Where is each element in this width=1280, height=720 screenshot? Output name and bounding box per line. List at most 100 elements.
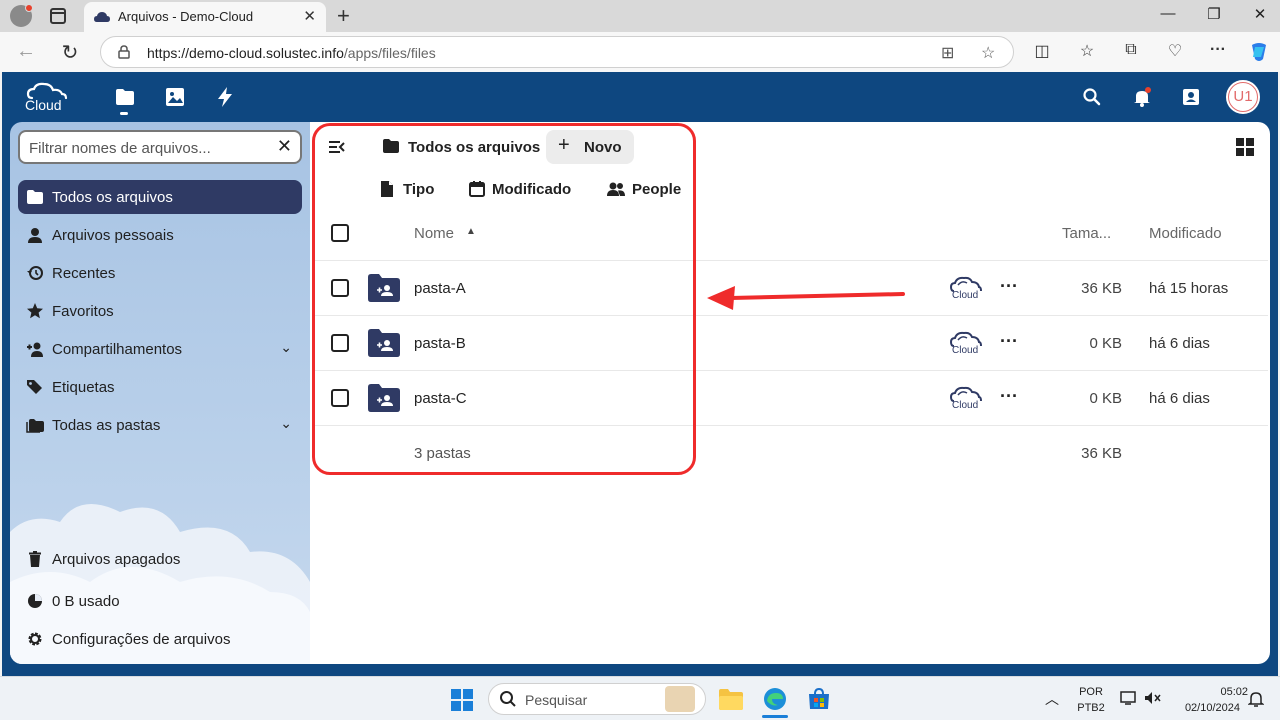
nav-label: Todas as pastas <box>52 417 161 434</box>
star-icon <box>27 303 43 319</box>
nav-label: Todos os arquivos <box>52 189 173 206</box>
new-tab-button[interactable]: + <box>337 3 350 29</box>
app-header: Cloud U1 <box>2 72 1278 122</box>
row-checkbox[interactable] <box>331 334 349 352</box>
nav-label: Configurações de arquivos <box>52 631 231 648</box>
svg-text:Cloud: Cloud <box>952 290 978 299</box>
nav-item-all-files[interactable]: Todos os arquivos <box>18 180 302 214</box>
edge-browser-icon[interactable] <box>762 687 788 711</box>
file-name[interactable]: pasta-C <box>414 390 467 407</box>
file-name[interactable]: pasta-B <box>414 335 466 352</box>
row-actions-icon[interactable]: ··· <box>1000 276 1018 297</box>
shared-folder-icon <box>368 329 400 357</box>
browser-tab[interactable]: Arquivos - Demo-Cloud ✕ <box>84 2 326 32</box>
microsoft-store-icon[interactable] <box>806 687 832 711</box>
more-menu-icon[interactable]: ··· <box>1207 41 1229 59</box>
app-available-icon[interactable]: ⊞ <box>941 43 954 63</box>
row-actions-icon[interactable]: ··· <box>1000 386 1018 407</box>
reload-icon[interactable]: ↻ <box>58 40 82 65</box>
nav-label: Etiquetas <box>52 379 115 396</box>
file-name[interactable]: pasta-A <box>414 280 466 297</box>
shared-folder-icon <box>368 384 400 412</box>
nav-item-tags[interactable]: Etiquetas <box>18 370 302 404</box>
file-explorer-icon[interactable] <box>718 687 744 711</box>
toggle-sidebar-icon[interactable] <box>328 139 346 155</box>
close-window-button[interactable]: ✕ <box>1250 5 1270 23</box>
clock-time[interactable]: 05:02 <box>1172 686 1248 698</box>
search-icon[interactable] <box>1081 86 1103 108</box>
share-icon <box>27 342 43 357</box>
files-app-icon[interactable] <box>114 86 136 108</box>
column-header-name[interactable]: Nome <box>414 225 454 242</box>
volume-muted-icon[interactable] <box>1144 690 1162 706</box>
svg-text:Cloud: Cloud <box>952 345 978 354</box>
windows-start-icon[interactable] <box>451 689 473 711</box>
copilot-icon[interactable] <box>1248 41 1270 63</box>
chevron-down-icon[interactable]: ⌄ <box>280 339 292 356</box>
activity-app-icon[interactable] <box>214 86 236 108</box>
pie-chart-icon <box>28 594 42 608</box>
table-row[interactable]: pasta-B Cloud ··· 0 KB há 6 dias <box>312 315 1268 370</box>
nav-item-personal-files[interactable]: Arquivos pessoais <box>18 218 302 252</box>
cloud-share-icon[interactable]: Cloud <box>950 385 982 409</box>
plus-icon: + <box>558 134 570 156</box>
split-screen-icon[interactable]: ◫ <box>1031 41 1053 61</box>
language-code[interactable]: POR <box>1074 686 1108 698</box>
sort-ascending-icon: ▲ <box>466 226 476 237</box>
url-text: https://demo-cloud.solustec.info/apps/fi… <box>147 45 436 61</box>
new-button[interactable]: + Novo <box>546 130 634 164</box>
active-app-indicator <box>762 715 788 718</box>
search-placeholder: Pesquisar <box>525 692 588 708</box>
favorites-icon[interactable]: ☆ <box>1076 41 1098 61</box>
filter-type-button[interactable]: Tipo <box>403 181 434 198</box>
minimize-button[interactable]: — <box>1158 5 1178 22</box>
filter-files-input[interactable]: Filtrar nomes de arquivos... ✕ <box>18 130 302 164</box>
user-avatar[interactable]: U1 <box>1226 80 1260 114</box>
chevron-down-icon[interactable]: ⌄ <box>280 415 292 432</box>
filter-modified-button[interactable]: Modificado <box>492 181 571 198</box>
grid-view-icon[interactable] <box>1235 137 1255 157</box>
keyboard-layout[interactable]: PTB2 <box>1074 702 1108 714</box>
sidebar: Filtrar nomes de arquivos... ✕ Todos os … <box>10 122 310 664</box>
row-actions-icon[interactable]: ··· <box>1000 331 1018 352</box>
filter-people-button[interactable]: People <box>632 181 681 198</box>
cloud-share-icon[interactable]: Cloud <box>950 275 982 299</box>
nav-item-recent[interactable]: Recentes <box>18 256 302 290</box>
network-icon[interactable] <box>1120 690 1138 706</box>
column-header-modified[interactable]: Modificado <box>1149 225 1222 242</box>
svg-text:Cloud: Cloud <box>25 97 62 112</box>
table-row[interactable]: pasta-C Cloud ··· 0 KB há 6 dias <box>312 370 1268 425</box>
chevron-up-icon[interactable]: ︿ <box>1045 689 1059 709</box>
nav-item-shares[interactable]: Compartilhamentos ⌄ <box>18 332 302 366</box>
breadcrumb-all-files[interactable]: Todos os arquivos <box>408 139 540 156</box>
svg-text:Cloud: Cloud <box>952 400 978 409</box>
collections-icon[interactable]: ⧉ <box>1120 41 1142 59</box>
back-arrow-icon[interactable]: ← <box>14 40 38 63</box>
url-field[interactable]: https://demo-cloud.solustec.info/apps/fi… <box>100 36 1014 68</box>
photos-app-icon[interactable] <box>164 86 186 108</box>
maximize-button[interactable]: ❐ <box>1204 5 1224 23</box>
nav-item-files-settings[interactable]: Configurações de arquivos <box>18 622 302 656</box>
cloud-share-icon[interactable]: Cloud <box>950 330 982 354</box>
contacts-icon[interactable] <box>1180 86 1202 108</box>
active-app-indicator <box>120 112 128 115</box>
close-tab-icon[interactable]: ✕ <box>303 7 316 25</box>
browser-essentials-icon[interactable]: ♡ <box>1164 41 1186 61</box>
notifications-bell-icon[interactable] <box>1248 690 1264 708</box>
tab-title: Arquivos - Demo-Cloud <box>118 9 254 24</box>
select-all-checkbox[interactable] <box>331 224 349 242</box>
column-header-size[interactable]: Tama... <box>1062 225 1111 242</box>
nav-item-favorites[interactable]: Favoritos <box>18 294 302 328</box>
tab-actions-icon[interactable] <box>50 8 66 24</box>
clock-date[interactable]: 02/10/2024 <box>1172 702 1240 714</box>
clear-filter-icon[interactable]: ✕ <box>277 136 292 157</box>
row-checkbox[interactable] <box>331 279 349 297</box>
nav-item-all-folders[interactable]: Todas as pastas ⌄ <box>18 408 302 442</box>
row-checkbox[interactable] <box>331 389 349 407</box>
storage-usage[interactable]: 0 B usado <box>18 584 302 618</box>
nav-item-deleted-files[interactable]: Arquivos apagados <box>18 542 302 576</box>
notifications-bell-icon[interactable] <box>1131 86 1153 108</box>
cloud-logo-icon[interactable]: Cloud <box>24 82 72 112</box>
taskbar-search[interactable]: Pesquisar <box>488 683 706 715</box>
favorite-star-icon[interactable]: ☆ <box>981 43 995 63</box>
